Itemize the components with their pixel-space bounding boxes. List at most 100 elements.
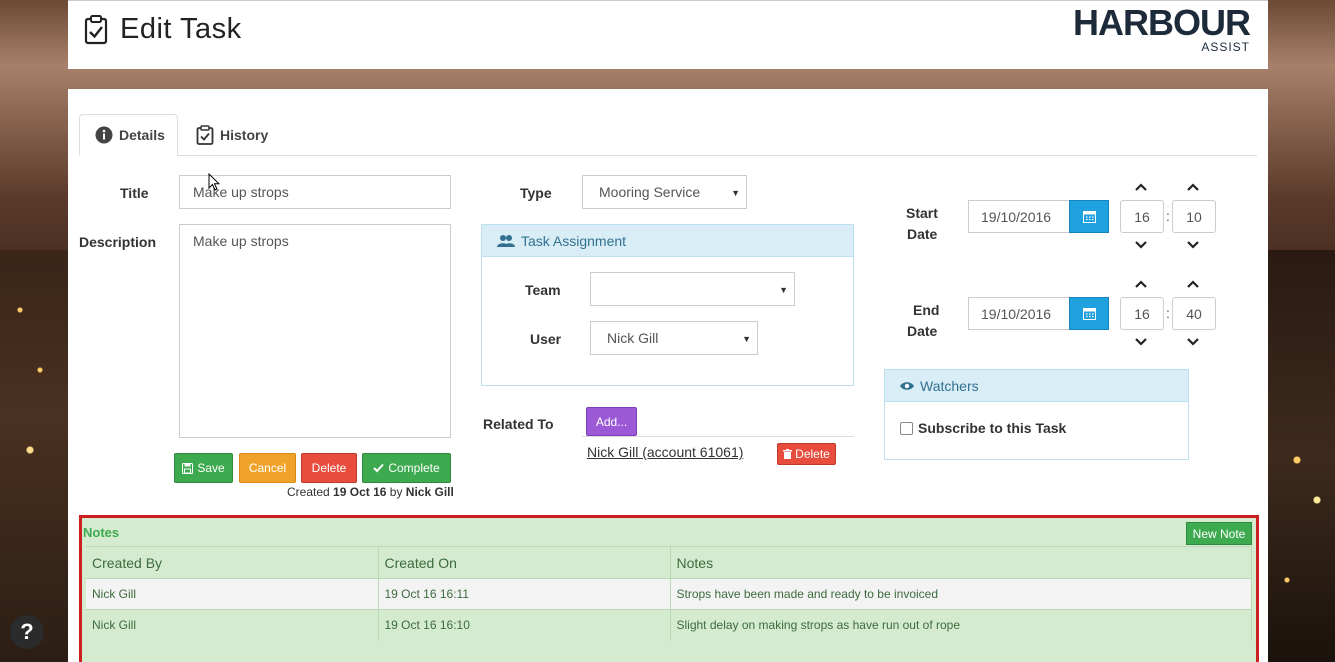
start-calendar-button[interactable] [1069, 200, 1109, 233]
harbour-assist-logo: HARBOUR ASSIST [1073, 2, 1251, 55]
watchers-title: Watchers [920, 377, 979, 394]
type-select[interactable]: Mooring Service ▼ [582, 175, 747, 209]
background-right [1267, 250, 1335, 662]
mouse-cursor-icon [208, 173, 220, 191]
background-left [0, 250, 68, 662]
start-hour-down-icon[interactable] [1134, 240, 1148, 250]
tab-bar: Details History [79, 114, 1257, 156]
created-date: 19 Oct 16 [333, 485, 387, 499]
cancel-button[interactable]: Cancel [239, 453, 296, 483]
divider [582, 436, 854, 437]
user-select[interactable]: Nick Gill ▼ [590, 321, 758, 355]
caret-down-icon: ▼ [731, 188, 740, 198]
tab-details-label: Details [119, 127, 165, 143]
subscribe-checkbox[interactable] [900, 421, 913, 435]
users-icon [497, 234, 515, 247]
start-hour-input[interactable]: 16 [1120, 200, 1164, 233]
add-label: Add... [595, 414, 628, 429]
subscribe-label: Subscribe to this Task [918, 420, 1067, 436]
start-min-down-icon[interactable] [1186, 240, 1200, 250]
start-time-colon: : [1166, 208, 1170, 224]
logo-brand: HARBOUR [1073, 2, 1251, 43]
caret-down-icon: ▼ [742, 334, 751, 344]
complete-label: Complete [388, 461, 440, 475]
notes-panel: Notes New Note Created By Created On Not… [79, 515, 1259, 662]
end-date-label-1: End [913, 302, 940, 318]
end-calendar-button[interactable] [1069, 297, 1109, 330]
start-date-label-2: Date [907, 226, 938, 242]
save-label: Save [197, 461, 225, 475]
note-created-by: Nick Gill [86, 578, 379, 610]
start-date-input[interactable]: 19/10/2016 [968, 200, 1070, 233]
page-header: Edit Task HARBOUR ASSIST [68, 0, 1268, 69]
title-label: Title [120, 185, 149, 201]
col-notes[interactable]: Notes [670, 546, 1252, 579]
note-created-on: 19 Oct 16 16:11 [378, 578, 671, 610]
table-row[interactable]: Nick Gill 19 Oct 16 16:11 Strops have be… [86, 578, 1252, 610]
page-title: Edit Task [120, 13, 242, 45]
start-date-label-1: Start [906, 205, 938, 221]
task-assignment-header: Task Assignment [482, 225, 853, 257]
watchers-header: Watchers [885, 370, 1188, 402]
add-related-button[interactable]: Add... [586, 407, 637, 436]
description-label: Description [79, 234, 157, 250]
title-group: Edit Task [84, 13, 242, 46]
col-created-on[interactable]: Created On [378, 546, 671, 579]
type-value: Mooring Service [599, 184, 701, 200]
caret-down-icon: ▼ [779, 285, 788, 295]
note-created-by: Nick Gill [86, 609, 379, 641]
delete-label: Delete [311, 461, 347, 475]
end-date-label-2: Date [907, 323, 938, 339]
end-hour-input[interactable]: 16 [1120, 297, 1164, 330]
created-user: Nick Gill [405, 485, 454, 499]
watchers-box: Watchers Subscribe to this Task [884, 369, 1189, 460]
start-min-input[interactable]: 10 [1172, 200, 1216, 233]
tab-history-label: History [220, 127, 269, 143]
task-assignment-title: Task Assignment [521, 232, 627, 249]
notes-table: Created By Created On Notes Nick Gill 19… [86, 546, 1252, 641]
info-circle-icon [95, 126, 113, 144]
tab-details[interactable]: Details [79, 114, 178, 156]
floppy-icon [182, 462, 194, 474]
new-note-button[interactable]: New Note [1186, 522, 1252, 545]
end-hour-down-icon[interactable] [1134, 337, 1148, 347]
start-min-up-icon[interactable] [1186, 182, 1200, 192]
notes-title: Notes [83, 525, 120, 540]
help-button[interactable]: ? [10, 615, 44, 649]
save-button[interactable]: Save [174, 453, 233, 483]
team-select[interactable]: ▼ [590, 272, 795, 306]
team-label: Team [525, 282, 561, 298]
calendar-icon [1082, 211, 1096, 223]
related-account-link[interactable]: Nick Gill (account 61061) [587, 444, 743, 460]
subscribe-row: Subscribe to this Task [900, 420, 1066, 436]
delete-related-button[interactable]: Delete [777, 443, 836, 465]
trash-icon [783, 449, 793, 459]
end-min-up-icon[interactable] [1186, 279, 1200, 289]
delete-button[interactable]: Delete [301, 453, 357, 483]
end-date-input[interactable]: 19/10/2016 [968, 297, 1070, 330]
created-prefix: Created [287, 485, 330, 499]
end-min-down-icon[interactable] [1186, 337, 1200, 347]
created-by: by [389, 485, 403, 499]
end-hour-up-icon[interactable] [1134, 279, 1148, 289]
end-min-input[interactable]: 40 [1172, 297, 1216, 330]
tab-history[interactable]: History [196, 114, 268, 156]
eye-icon [900, 381, 914, 390]
end-time-colon: : [1166, 305, 1170, 321]
calendar-icon [1082, 308, 1096, 320]
complete-button[interactable]: Complete [362, 453, 451, 483]
check-icon [373, 463, 385, 473]
user-label: User [530, 331, 562, 347]
related-to-label: Related To [483, 416, 554, 432]
clipboard-check-icon [196, 125, 214, 145]
delete-related-label: Delete [795, 447, 830, 461]
clipboard-check-icon [84, 14, 108, 44]
start-hour-up-icon[interactable] [1134, 182, 1148, 192]
col-created-by[interactable]: Created By [86, 546, 379, 579]
table-row[interactable]: Nick Gill 19 Oct 16 16:10 Slight delay o… [86, 609, 1252, 641]
note-text: Slight delay on making strops as have ru… [670, 609, 1252, 641]
description-textarea[interactable]: Make up strops [179, 224, 451, 438]
created-info: Created 19 Oct 16 by Nick Gill [287, 485, 454, 499]
notes-header-row: Created By Created On Notes [86, 546, 1252, 579]
note-text: Strops have been made and ready to be in… [670, 578, 1252, 610]
